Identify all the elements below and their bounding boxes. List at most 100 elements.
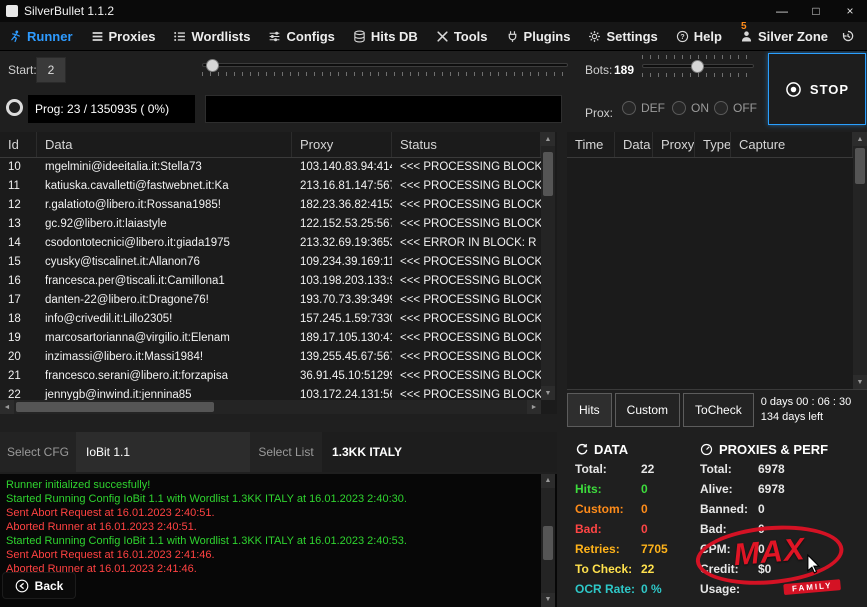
scrollbar-track[interactable] [14, 400, 527, 414]
scroll-down-arrow[interactable]: ▼ [541, 386, 555, 400]
runner-table: Id Data Proxy Status 10 mgelmini@ideeital… [0, 132, 557, 414]
nav-item-tools[interactable]: Tools [427, 22, 497, 50]
scrollbar-track[interactable] [541, 488, 555, 593]
nav-item-proxies[interactable]: Proxies [82, 22, 165, 50]
prox-option-off[interactable]: OFF [714, 101, 757, 115]
scroll-up-arrow[interactable]: ▲ [541, 132, 555, 146]
column-header-status[interactable]: Status [392, 132, 541, 157]
scroll-down-arrow[interactable]: ▼ [541, 593, 555, 607]
scrollbar-thumb[interactable] [543, 152, 553, 196]
stat-value: 0 [758, 502, 765, 516]
log-vertical-scrollbar[interactable]: ▲ ▼ [541, 474, 555, 607]
table-cell: <<< PROCESSING BLOCK [400, 218, 541, 230]
scrollbar-track[interactable] [541, 146, 555, 386]
stat-value: 22 [641, 462, 655, 476]
nav-item-silver-zone[interactable]: 5 Silver Zone [731, 22, 837, 50]
nav-item-wordlists[interactable]: Wordlists [164, 22, 259, 50]
radio-icon[interactable] [622, 101, 636, 115]
stat-label: Custom: [575, 502, 624, 516]
table-cell: <<< PROCESSING BLOCK [400, 351, 541, 363]
table-row[interactable]: 12 r.galatioto@libero.it:Rossana1985! 182.… [0, 196, 541, 215]
stat-label: Bad: [700, 522, 727, 536]
scroll-up-arrow[interactable]: ▲ [853, 132, 867, 146]
back-arrow-icon [15, 579, 29, 592]
bots-slider-track[interactable] [642, 60, 754, 73]
table-cell: cyusky@tiscalinet.it:Allanon76 [45, 256, 200, 268]
slider-knob[interactable] [206, 59, 219, 72]
scroll-left-arrow[interactable]: ◄ [0, 400, 14, 414]
slider-track[interactable] [202, 59, 568, 72]
select-list-button[interactable]: Select List [250, 432, 322, 472]
log-console[interactable]: Runner initialized succesfully! Started R… [0, 474, 557, 607]
nav-item-configs[interactable]: Configs [259, 22, 343, 50]
scrollbar-thumb[interactable] [16, 402, 214, 412]
runner-vertical-scrollbar[interactable]: ▲ ▼ [541, 132, 555, 400]
nav-item-settings[interactable]: Settings [579, 22, 666, 50]
scrollbar-thumb[interactable] [543, 526, 553, 560]
table-row[interactable]: 14 csodontotecnici@libero.it:giada1975 213… [0, 234, 541, 253]
nav-item-runner[interactable]: Runner [0, 22, 82, 50]
minimize-button[interactable]: — [765, 0, 799, 22]
toolbar: Start: Bots: 189 STOP Prog: 23 / 1350935… [0, 51, 867, 128]
radio-icon[interactable] [714, 101, 728, 115]
table-cell: 22 [8, 389, 21, 400]
nav-label: Configs [286, 28, 335, 44]
log-line: Started Running Config IoBit 1.1 with Wo… [6, 493, 407, 505]
column-header-capture[interactable]: Capture [731, 132, 853, 157]
nav-item-plugins[interactable]: Plugins [497, 22, 580, 50]
scroll-down-arrow[interactable]: ▼ [853, 375, 867, 389]
table-cell: 109.234.39.169:11439 [300, 256, 392, 268]
selected-config-name: IoBit 1.1 [76, 432, 250, 472]
table-row[interactable]: 21 francesco.serani@libero.it:forzapisa 36… [0, 367, 541, 386]
table-cell: jennygb@inwind.it:jennina85 [45, 389, 192, 400]
tab-hits[interactable]: Hits [567, 393, 612, 427]
table-row[interactable]: 19 marcosartorianna@virgilio.it:Elenam 189… [0, 329, 541, 348]
bots-slider[interactable] [642, 55, 754, 77]
stat-value: 0 [641, 522, 648, 536]
table-row[interactable]: 17 danten-22@libero.it:Dragone76! 193.70.7… [0, 291, 541, 310]
nav-item-hitsdb[interactable]: Hits DB [344, 22, 427, 50]
tab-tocheck[interactable]: ToCheck [683, 393, 754, 427]
scrollbar-track[interactable] [853, 146, 867, 375]
radio-icon[interactable] [672, 101, 686, 115]
runner-table-body: 10 mgelmini@ideeitalia.it:Stella73 103.140… [0, 158, 541, 400]
column-header-data[interactable]: Data [615, 132, 653, 157]
back-button[interactable]: Back [2, 572, 76, 599]
nav-item-help[interactable]: ? Help [667, 22, 731, 50]
prox-option-on[interactable]: ON [672, 101, 709, 115]
history-icon[interactable] [837, 25, 859, 47]
column-header-data[interactable]: Data [37, 132, 292, 157]
close-button[interactable]: × [833, 0, 867, 22]
nav-label: Hits DB [370, 28, 418, 44]
speed-slider[interactable] [202, 59, 568, 76]
table-cell: <<< PROCESSING BLOCK [400, 199, 541, 211]
maximize-button[interactable]: □ [799, 0, 833, 22]
column-header-id[interactable]: Id [0, 132, 37, 157]
table-row[interactable]: 15 cyusky@tiscalinet.it:Allanon76 109.234.… [0, 253, 541, 272]
hits-vertical-scrollbar[interactable]: ▲ ▼ [853, 132, 867, 389]
table-row[interactable]: 20 inzimassi@libero.it:Massi1984! 139.255.… [0, 348, 541, 367]
table-cell: 157.245.1.59:7330 [300, 313, 392, 325]
table-row[interactable]: 16 francesca.per@tiscali.it:Camillona1 103… [0, 272, 541, 291]
prog-radio-icon[interactable] [6, 99, 23, 116]
table-row[interactable]: 10 mgelmini@ideeitalia.it:Stella73 103.140… [0, 158, 541, 177]
window-title: SilverBullet 1.1.2 [24, 4, 115, 18]
column-header-proxy[interactable]: Proxy [292, 132, 392, 157]
prox-option-def[interactable]: DEF [622, 101, 665, 115]
column-header-type[interactable]: Type [695, 132, 731, 157]
table-row[interactable]: 18 info@crivedil.it:Lillo2305! 157.245.1.5… [0, 310, 541, 329]
table-row[interactable]: 13 gc.92@libero.it:laiastyle 122.152.53.25… [0, 215, 541, 234]
scroll-up-arrow[interactable]: ▲ [541, 474, 555, 488]
column-header-proxy[interactable]: Proxy [653, 132, 695, 157]
table-row[interactable]: 22 jennygb@inwind.it:jennina85 103.172.24.… [0, 386, 541, 400]
column-header-time[interactable]: Time [567, 132, 615, 157]
select-cfg-button[interactable]: Select CFG [0, 432, 76, 472]
bots-slider-knob[interactable] [691, 60, 704, 73]
start-input[interactable] [36, 57, 66, 83]
stop-button[interactable]: STOP [768, 53, 866, 125]
runner-horizontal-scrollbar[interactable]: ◄ ► [0, 400, 541, 414]
tab-custom[interactable]: Custom [614, 393, 681, 427]
scroll-right-arrow[interactable]: ► [527, 400, 541, 414]
table-row[interactable]: 11 katiuska.cavalletti@fastwebnet.it:Ka 21… [0, 177, 541, 196]
scrollbar-thumb[interactable] [855, 148, 865, 184]
